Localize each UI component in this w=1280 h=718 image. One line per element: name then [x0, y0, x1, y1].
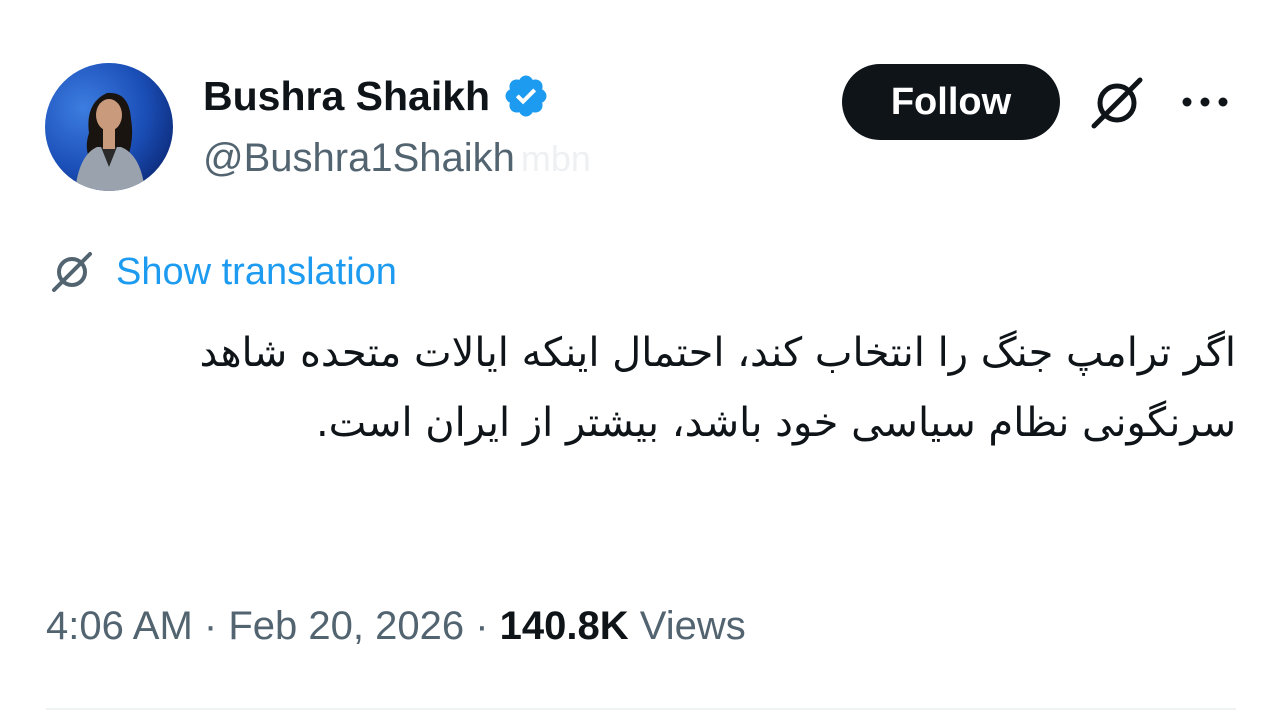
- meta-separator: ·: [203, 604, 218, 648]
- handle-text[interactable]: @Bushra1Shaikh: [203, 136, 515, 180]
- display-name[interactable]: Bushra Shaikh: [203, 72, 550, 120]
- views-count[interactable]: 140.8K: [500, 604, 629, 648]
- verified-badge-icon[interactable]: [502, 72, 550, 120]
- more-dots-icon[interactable]: [1180, 93, 1230, 111]
- tweet-time[interactable]: 4:06 AM: [46, 604, 193, 648]
- tweet-meta: 4:06 AM · Feb 20, 2026 · 140.8K Views: [46, 604, 746, 649]
- watermark-text: mbn: [520, 138, 591, 179]
- display-name-text[interactable]: Bushra Shaikh: [203, 73, 490, 120]
- avatar[interactable]: [45, 63, 173, 191]
- tweet-text: اگر ترامپ جنگ را انتخاب کند، احتمال اینک…: [199, 330, 1236, 446]
- tweet-date[interactable]: Feb 20, 2026: [228, 604, 464, 648]
- grok-icon[interactable]: [1086, 72, 1148, 134]
- meta-separator: ·: [475, 604, 489, 648]
- translate-grok-icon: [48, 248, 96, 296]
- divider: [46, 708, 1236, 710]
- handle[interactable]: @Bushra1Shaikh mbn: [203, 136, 591, 181]
- views-label: Views: [639, 604, 746, 648]
- follow-button[interactable]: Follow: [842, 64, 1060, 140]
- translation-row[interactable]: Show translation: [48, 248, 397, 296]
- show-translation-link[interactable]: Show translation: [116, 251, 397, 294]
- tweet-page: Bushra Shaikh @Bushra1Shaikhmbn Follow: [0, 0, 1280, 718]
